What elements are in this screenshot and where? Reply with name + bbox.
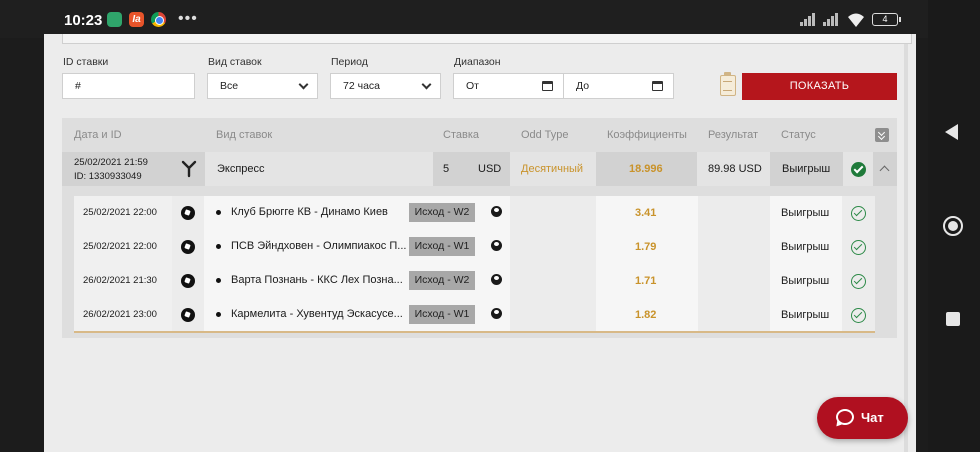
chat-bubble-icon	[836, 409, 854, 425]
show-button[interactable]: ПОКАЗАТЬ	[742, 73, 897, 100]
event-coefficient: 1.82	[635, 309, 657, 321]
bullet-icon	[216, 210, 221, 215]
range-from-placeholder: От	[466, 80, 479, 92]
bet-coefficient: 18.996	[629, 163, 663, 175]
football-icon	[181, 240, 195, 254]
header-status: Статус	[781, 129, 816, 141]
bet-event-row: 26/02/2021 21:30 Варта Познань - ККС Лех…	[74, 264, 875, 298]
recent-apps-icon[interactable]	[946, 312, 960, 326]
event-coefficient: 1.79	[635, 241, 657, 253]
player-icon	[491, 308, 502, 319]
range-to-placeholder: До	[576, 80, 590, 92]
football-icon	[181, 274, 195, 288]
bet-type-value: Все	[220, 80, 239, 92]
event-outcome: Исход - W2	[409, 203, 475, 222]
bet-stake: 5	[443, 163, 450, 175]
bet-odd-type: Десятичный	[521, 163, 584, 175]
calendar-icon[interactable]	[652, 81, 663, 91]
event-date: 26/02/2021 21:30	[83, 275, 157, 286]
win-check-icon	[851, 162, 866, 177]
bet-event-row: 26/02/2021 23:00 Кармелита - Хувентуд Эс…	[74, 298, 875, 333]
header-coefficients: Коэффициенты	[607, 129, 687, 141]
event-outcome: Исход - W1	[409, 305, 475, 324]
bet-date: 25/02/2021 21:59	[74, 157, 148, 168]
player-icon	[491, 274, 502, 285]
bet-id: ID: 1330933049	[74, 171, 142, 182]
range-to-input[interactable]: До	[563, 73, 674, 99]
back-icon[interactable]	[945, 124, 958, 140]
bet-event-row: 25/02/2021 22:00 ПСВ Эйндховен - Олимпиа…	[74, 230, 875, 264]
event-match: Варта Познань - ККС Лех Позна...	[231, 274, 403, 286]
header-result: Результат	[708, 129, 759, 141]
header-date-id: Дата и ID	[74, 129, 122, 141]
collapse-all-icon[interactable]	[875, 128, 889, 142]
status-bar: 10:23 Ia ••• 4	[0, 0, 928, 38]
express-bet-icon	[181, 160, 197, 178]
bullet-icon	[216, 312, 221, 317]
win-check-icon	[851, 274, 866, 289]
bet-type-label: Вид ставок	[208, 56, 262, 68]
bet-id-input[interactable]: #	[62, 73, 195, 99]
event-date: 26/02/2021 23:00	[83, 309, 157, 320]
ia-app-icon: Ia	[129, 12, 144, 27]
win-check-icon	[851, 308, 866, 323]
event-date: 25/02/2021 22:00	[83, 241, 157, 252]
status-time: 10:23	[64, 12, 103, 29]
period-value: 72 часа	[343, 80, 380, 92]
win-check-icon	[851, 240, 866, 255]
clipboard-icon[interactable]	[720, 72, 736, 96]
chat-button[interactable]: Чат	[817, 397, 908, 439]
event-outcome: Исход - W2	[409, 271, 475, 290]
chevron-down-icon	[298, 79, 309, 90]
chat-label: Чат	[861, 410, 884, 425]
event-coefficient: 1.71	[635, 275, 657, 287]
bet-id-label: ID ставки	[63, 56, 109, 68]
period-label: Период	[331, 56, 368, 68]
event-date: 25/02/2021 22:00	[83, 207, 157, 218]
header-bet-type: Вид ставок	[216, 129, 273, 141]
calendar-icon[interactable]	[542, 81, 553, 91]
signal-icon-2	[823, 13, 839, 26]
chevron-down-icon	[421, 79, 432, 90]
previous-section-box	[62, 34, 912, 44]
chrome-icon	[151, 12, 166, 27]
event-match: Кармелита - Хувентуд Эскасусе...	[231, 308, 403, 320]
event-status: Выигрыш	[781, 241, 830, 253]
event-coefficient: 3.41	[635, 207, 657, 219]
bet-type-select[interactable]: Все	[207, 73, 318, 99]
win-check-icon	[851, 206, 866, 221]
more-dots-icon: •••	[178, 10, 198, 27]
bet-result: 89.98 USD	[708, 163, 762, 175]
event-outcome: Исход - W1	[409, 237, 475, 256]
header-stake: Ставка	[443, 129, 479, 141]
bet-currency: USD	[478, 163, 502, 175]
event-match: Клуб Брюгге КВ - Динамо Киев	[231, 206, 388, 218]
football-icon	[181, 308, 195, 322]
range-label: Диапазон	[454, 56, 501, 68]
football-icon	[181, 206, 195, 220]
bullet-icon	[216, 244, 221, 249]
wifi-icon	[848, 13, 864, 27]
battery-icon: 4	[872, 13, 901, 26]
range-from-input[interactable]: От	[453, 73, 564, 99]
bet-status: Выигрыш	[782, 163, 831, 175]
event-status: Выигрыш	[781, 275, 830, 287]
event-status: Выигрыш	[781, 309, 830, 321]
signal-icon	[800, 13, 816, 26]
bullet-icon	[216, 278, 221, 283]
period-select[interactable]: 72 часа	[330, 73, 441, 99]
header-odd-type: Odd Type	[521, 129, 569, 141]
event-match: ПСВ Эйндховен - Олимпиакос П...	[231, 240, 407, 252]
bet-type: Экспресс	[217, 163, 265, 175]
player-icon	[491, 206, 502, 217]
bet-event-row: 25/02/2021 22:00 Клуб Брюгге КВ - Динамо…	[74, 196, 875, 230]
scrollbar-track[interactable]	[904, 38, 908, 452]
event-status: Выигрыш	[781, 207, 830, 219]
shield-app-icon	[107, 12, 122, 27]
home-icon[interactable]	[943, 216, 963, 236]
player-icon	[491, 240, 502, 251]
